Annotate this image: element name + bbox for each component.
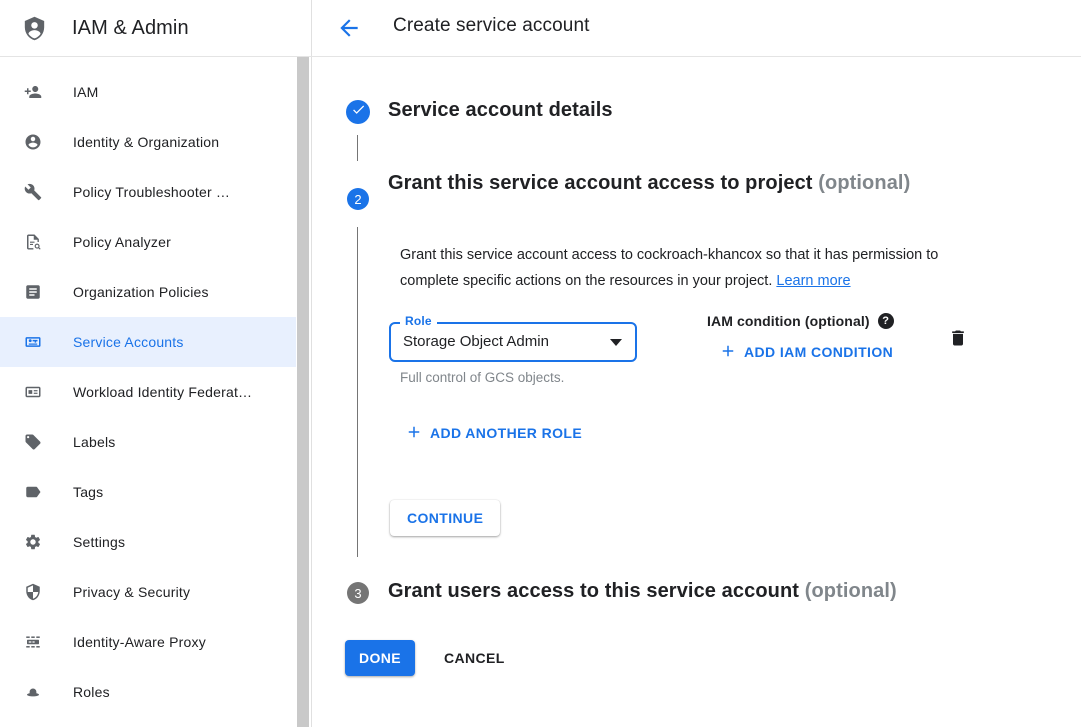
step1-completed-badge xyxy=(346,100,370,124)
sidebar-item-organization-policies[interactable]: Organization Policies xyxy=(0,267,296,317)
sidebar-item-label: Privacy & Security xyxy=(73,584,190,600)
policy-analyzer-icon xyxy=(24,233,42,251)
role-select-value: Storage Object Admin xyxy=(403,324,549,360)
sidebar-item-label: Policy Analyzer xyxy=(73,234,171,250)
trash-icon xyxy=(948,327,968,349)
sidebar-item-label: IAM xyxy=(73,84,99,100)
add-iam-condition-button[interactable]: ADD IAM CONDITION xyxy=(719,342,893,362)
step2-number-badge: 2 xyxy=(347,188,369,210)
learn-more-link[interactable]: Learn more xyxy=(776,273,850,289)
step3-optional-label: (optional) xyxy=(805,580,897,602)
cancel-button[interactable]: CANCEL xyxy=(444,640,505,676)
sidebar-item-label: Labels xyxy=(73,434,115,450)
continue-button[interactable]: CONTINUE xyxy=(390,500,500,536)
sidebar-item-label: Identity & Organization xyxy=(73,134,219,150)
help-icon[interactable]: ? xyxy=(878,313,894,329)
sidebar-item-workload-identity-federation[interactable]: Workload Identity Federat… xyxy=(0,367,296,417)
step1-title: Service account details xyxy=(388,99,613,122)
iam-admin-sidebar: IAM Identity & Organization Policy Troub… xyxy=(0,57,312,727)
check-icon xyxy=(351,102,366,122)
sidebar-item-label: Organization Policies xyxy=(73,284,209,300)
shield-half-icon xyxy=(24,583,42,601)
app-title[interactable]: IAM & Admin xyxy=(72,17,189,40)
plus-icon xyxy=(405,423,423,444)
iam-shield-logo-icon xyxy=(21,15,48,42)
step2-description: Grant this service account access to coc… xyxy=(400,243,1000,294)
role-helper-text: Full control of GCS objects. xyxy=(400,370,564,385)
sidebar-item-labels[interactable]: Labels xyxy=(0,417,296,467)
done-button[interactable]: DONE xyxy=(345,640,415,676)
person-circle-icon xyxy=(24,133,42,151)
document-lines-icon xyxy=(24,283,42,301)
sidebar-item-label: Service Accounts xyxy=(73,334,184,350)
sidebar-item-identity-aware-proxy[interactable]: Identity-Aware Proxy xyxy=(0,617,296,667)
sidebar-item-label: Tags xyxy=(73,484,103,500)
delete-role-button[interactable] xyxy=(948,327,968,349)
step2-number: 2 xyxy=(354,192,361,207)
sidebar-item-policy-troubleshooter[interactable]: Policy Troubleshooter … xyxy=(0,167,296,217)
sidebar-item-identity-organization[interactable]: Identity & Organization xyxy=(0,117,296,167)
gear-icon xyxy=(24,533,42,551)
id-card-icon xyxy=(24,383,42,401)
product-header: IAM & Admin xyxy=(0,0,312,56)
back-arrow-icon[interactable] xyxy=(336,15,362,41)
wrench-icon xyxy=(24,183,42,201)
service-account-key-icon xyxy=(24,333,42,351)
sidebar-scrollbar[interactable] xyxy=(297,57,309,727)
step3-number-badge: 3 xyxy=(347,582,369,604)
sidebar-item-settings[interactable]: Settings xyxy=(0,517,296,567)
sidebar-item-label: Workload Identity Federat… xyxy=(73,384,252,400)
sidebar-item-iam[interactable]: IAM xyxy=(0,67,296,117)
sidebar-item-label: Policy Troubleshooter … xyxy=(73,184,230,200)
step-connector-line xyxy=(357,135,358,161)
sidebar-item-roles[interactable]: Roles xyxy=(0,667,296,717)
proxy-gateway-icon xyxy=(24,633,42,651)
step3-title: Grant users access to this service accou… xyxy=(388,580,897,603)
chevron-down-icon xyxy=(610,339,622,346)
hat-icon xyxy=(24,683,42,701)
create-service-account-page: IAM & Admin Create service account IAM I… xyxy=(0,0,1081,727)
plus-icon xyxy=(719,342,737,363)
person-add-icon xyxy=(24,83,42,101)
step2-title: Grant this service account access to pro… xyxy=(388,166,918,200)
step2-connector-line xyxy=(357,227,358,557)
sidebar-item-policy-analyzer[interactable]: Policy Analyzer xyxy=(0,217,296,267)
step2-optional-label: (optional) xyxy=(818,172,910,194)
sidebar-item-label: Settings xyxy=(73,534,125,550)
iam-condition-header: IAM condition (optional) ? xyxy=(707,313,894,329)
tag-arrow-icon xyxy=(24,483,42,501)
page-title: Create service account xyxy=(393,15,590,37)
step3-number: 3 xyxy=(354,586,361,601)
sidebar-item-label: Roles xyxy=(73,684,110,700)
sidebar-item-tags[interactable]: Tags xyxy=(0,467,296,517)
role-select[interactable]: Role Storage Object Admin xyxy=(389,322,637,362)
add-another-role-button[interactable]: ADD ANOTHER ROLE xyxy=(405,423,582,443)
sidebar-item-service-accounts[interactable]: Service Accounts xyxy=(0,317,296,367)
top-app-bar: IAM & Admin Create service account xyxy=(0,0,1081,57)
iam-condition-label: IAM condition (optional) xyxy=(707,313,870,329)
sidebar-item-privacy-security[interactable]: Privacy & Security xyxy=(0,567,296,617)
sidebar-item-label: Identity-Aware Proxy xyxy=(73,634,206,650)
label-tag-icon xyxy=(24,433,42,451)
